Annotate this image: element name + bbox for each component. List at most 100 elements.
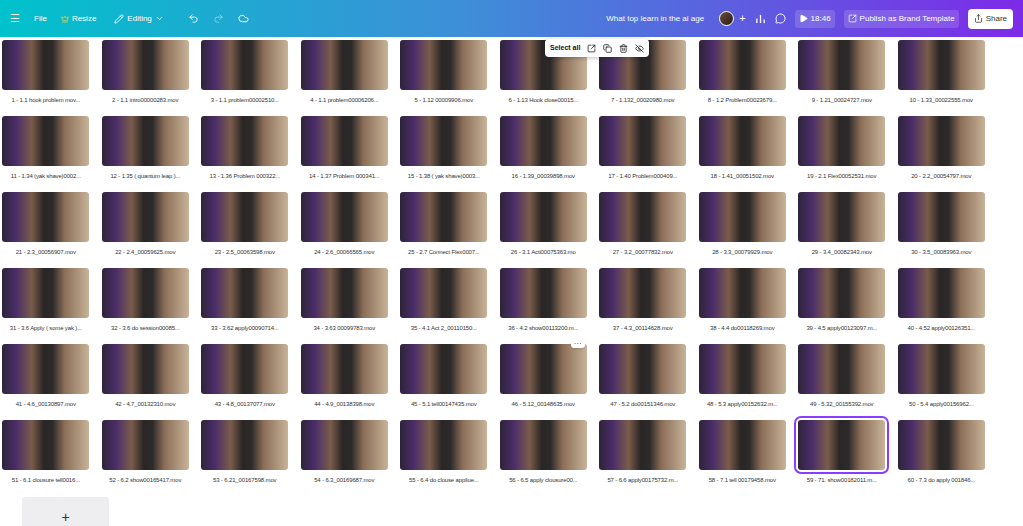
page-card[interactable]: 29 - 3.4_00082343.mov — [792, 192, 892, 268]
page-card[interactable]: 11 - 1.34 (yak shave)0002... — [0, 116, 96, 192]
page-thumbnail[interactable] — [102, 268, 189, 318]
page-thumbnail[interactable] — [798, 344, 885, 394]
page-thumbnail[interactable] — [898, 116, 985, 166]
page-thumbnail[interactable] — [301, 344, 388, 394]
page-thumbnail[interactable] — [699, 192, 786, 242]
page-thumbnail[interactable] — [798, 192, 885, 242]
page-card[interactable]: 15 - 1.38 ( yak shave)0003... — [394, 116, 494, 192]
design-title[interactable]: What top learn in the ai age — [606, 13, 704, 25]
page-thumbnail[interactable] — [599, 344, 686, 394]
page-card[interactable]: 51 - 6.1 clousure tell0016... — [0, 420, 96, 496]
page-thumbnail[interactable] — [898, 420, 985, 470]
page-thumbnail[interactable] — [102, 192, 189, 242]
page-card[interactable]: 12 - 1.35 ( quantum leap )... — [96, 116, 196, 192]
page-card[interactable]: 43 - 4.8_00137077.mov — [195, 344, 295, 420]
page-card[interactable]: 8 - 1.2 Problem00023679... — [693, 40, 793, 116]
page-thumbnail[interactable] — [2, 344, 89, 394]
page-card[interactable]: 25 - 2.7 Connect Flex0007... — [394, 192, 494, 268]
page-thumbnail[interactable] — [500, 420, 587, 470]
page-thumbnail[interactable] — [2, 40, 89, 90]
insights-icon[interactable] — [755, 13, 766, 24]
page-thumbnail[interactable] — [2, 268, 89, 318]
menu-button[interactable]: ☰ — [10, 10, 20, 27]
page-thumbnail[interactable] — [599, 268, 686, 318]
cloud-icon[interactable] — [238, 13, 249, 24]
add-page-button[interactable]: + — [22, 497, 109, 526]
avatar[interactable] — [719, 11, 734, 26]
page-thumbnail[interactable] — [400, 344, 487, 394]
page-thumbnail[interactable] — [699, 40, 786, 90]
page-thumbnail[interactable] — [699, 268, 786, 318]
page-card[interactable]: 55 - 6.4 do clouse appliue... — [394, 420, 494, 496]
page-card[interactable]: 40 - 4.52 apply00126351... — [892, 268, 992, 344]
page-thumbnail[interactable] — [102, 116, 189, 166]
export-icon[interactable] — [587, 44, 596, 53]
page-card[interactable]: 38 - 4.4 do00118269.mov — [693, 268, 793, 344]
publish-template-button[interactable]: Publish as Brand Template — [844, 10, 959, 28]
page-card[interactable]: 37 - 4.3_00114628.mov — [593, 268, 693, 344]
page-card[interactable]: 24 - 2.6_00066565.mov — [295, 192, 395, 268]
page-card[interactable]: 4 - 1.1 problem00006206... — [295, 40, 395, 116]
page-thumbnail[interactable] — [599, 420, 686, 470]
page-card[interactable]: 57 - 6.6 apply00175732.m... — [593, 420, 693, 496]
page-card[interactable]: 3 - 1.1 problem00002510... — [195, 40, 295, 116]
redo-icon[interactable] — [213, 13, 224, 24]
page-thumbnail[interactable] — [400, 40, 487, 90]
page-thumbnail[interactable] — [201, 344, 288, 394]
page-thumbnail[interactable] — [102, 420, 189, 470]
page-card[interactable]: 16 - 1.39_00039898.mov — [494, 116, 594, 192]
page-thumbnail[interactable] — [798, 116, 885, 166]
page-card[interactable]: 22 - 2.4_00059625.mov — [96, 192, 196, 268]
page-card[interactable]: 9 - 1.21_00024727.mov — [792, 40, 892, 116]
file-menu[interactable]: File — [34, 13, 47, 25]
page-card[interactable]: 47 - 5.2 do00151346.mov — [593, 344, 693, 420]
page-card[interactable]: 35 - 4.1 Act 2_00110150... — [394, 268, 494, 344]
page-thumbnail[interactable] — [400, 268, 487, 318]
page-thumbnail[interactable] — [2, 192, 89, 242]
present-button[interactable]: 18:46 — [795, 10, 835, 28]
page-card[interactable]: 59 - 71. show00182011.m... — [792, 420, 892, 496]
page-card[interactable]: 26 - 3.1 Acti00075363.mo — [494, 192, 594, 268]
page-thumbnail[interactable] — [500, 268, 587, 318]
page-card[interactable]: 20 - 2.2_00054797.mov — [892, 116, 992, 192]
page-card[interactable]: 14 - 1.37 Problem 000341... — [295, 116, 395, 192]
add-collaborator-button[interactable]: + — [739, 10, 745, 27]
page-thumbnail[interactable] — [798, 268, 885, 318]
page-card[interactable]: 10 - 1.33_00022555.mov — [892, 40, 992, 116]
page-thumbnail[interactable] — [201, 192, 288, 242]
page-thumbnail[interactable] — [400, 116, 487, 166]
page-card[interactable]: 36 - 4.2 show00113200.m... — [494, 268, 594, 344]
page-card[interactable]: 23 - 2.5_00063598.mov — [195, 192, 295, 268]
page-card[interactable]: 50 - 5.4 apply00156962... — [892, 344, 992, 420]
page-card[interactable]: 33 - 3.62 apply00090714... — [195, 268, 295, 344]
page-thumbnail[interactable] — [2, 116, 89, 166]
trash-icon[interactable] — [619, 44, 628, 53]
hide-icon[interactable] — [635, 44, 644, 53]
select-all-button[interactable]: Select all — [550, 43, 580, 54]
undo-icon[interactable] — [188, 13, 199, 24]
page-card[interactable]: 42 - 4.7_00132310.mov — [96, 344, 196, 420]
page-card[interactable]: 53 - 6.21_00167598.mov — [195, 420, 295, 496]
page-thumbnail[interactable] — [301, 420, 388, 470]
page-thumbnail[interactable] — [798, 420, 885, 470]
page-thumbnail[interactable] — [898, 344, 985, 394]
page-thumbnail[interactable] — [500, 116, 587, 166]
share-button[interactable]: Share — [968, 9, 1013, 29]
page-thumbnail[interactable] — [201, 116, 288, 166]
page-thumbnail[interactable] — [201, 268, 288, 318]
page-card[interactable]: ···46 - 5.12_00148635.mov — [494, 344, 594, 420]
page-thumbnail[interactable] — [301, 192, 388, 242]
page-card[interactable]: 39 - 4.5 apply00123097.m... — [792, 268, 892, 344]
page-thumbnail[interactable] — [599, 192, 686, 242]
page-card[interactable]: 19 - 2.1 Flex00052531.mov — [792, 116, 892, 192]
page-thumbnail[interactable] — [400, 192, 487, 242]
page-card[interactable]: 2 - 1.1 intro00000283.mov — [96, 40, 196, 116]
duplicate-icon[interactable] — [603, 44, 612, 53]
page-card[interactable]: 13 - 1.36 Problem 000322... — [195, 116, 295, 192]
page-thumbnail[interactable] — [301, 268, 388, 318]
page-thumbnail[interactable] — [699, 116, 786, 166]
comment-icon[interactable] — [775, 13, 786, 24]
page-card[interactable]: 52 - 6.2 show00165417.mov — [96, 420, 196, 496]
page-card[interactable]: 48 - 5.3 apply00152632.m... — [693, 344, 793, 420]
page-card[interactable]: 32 - 3.6 do session00085... — [96, 268, 196, 344]
